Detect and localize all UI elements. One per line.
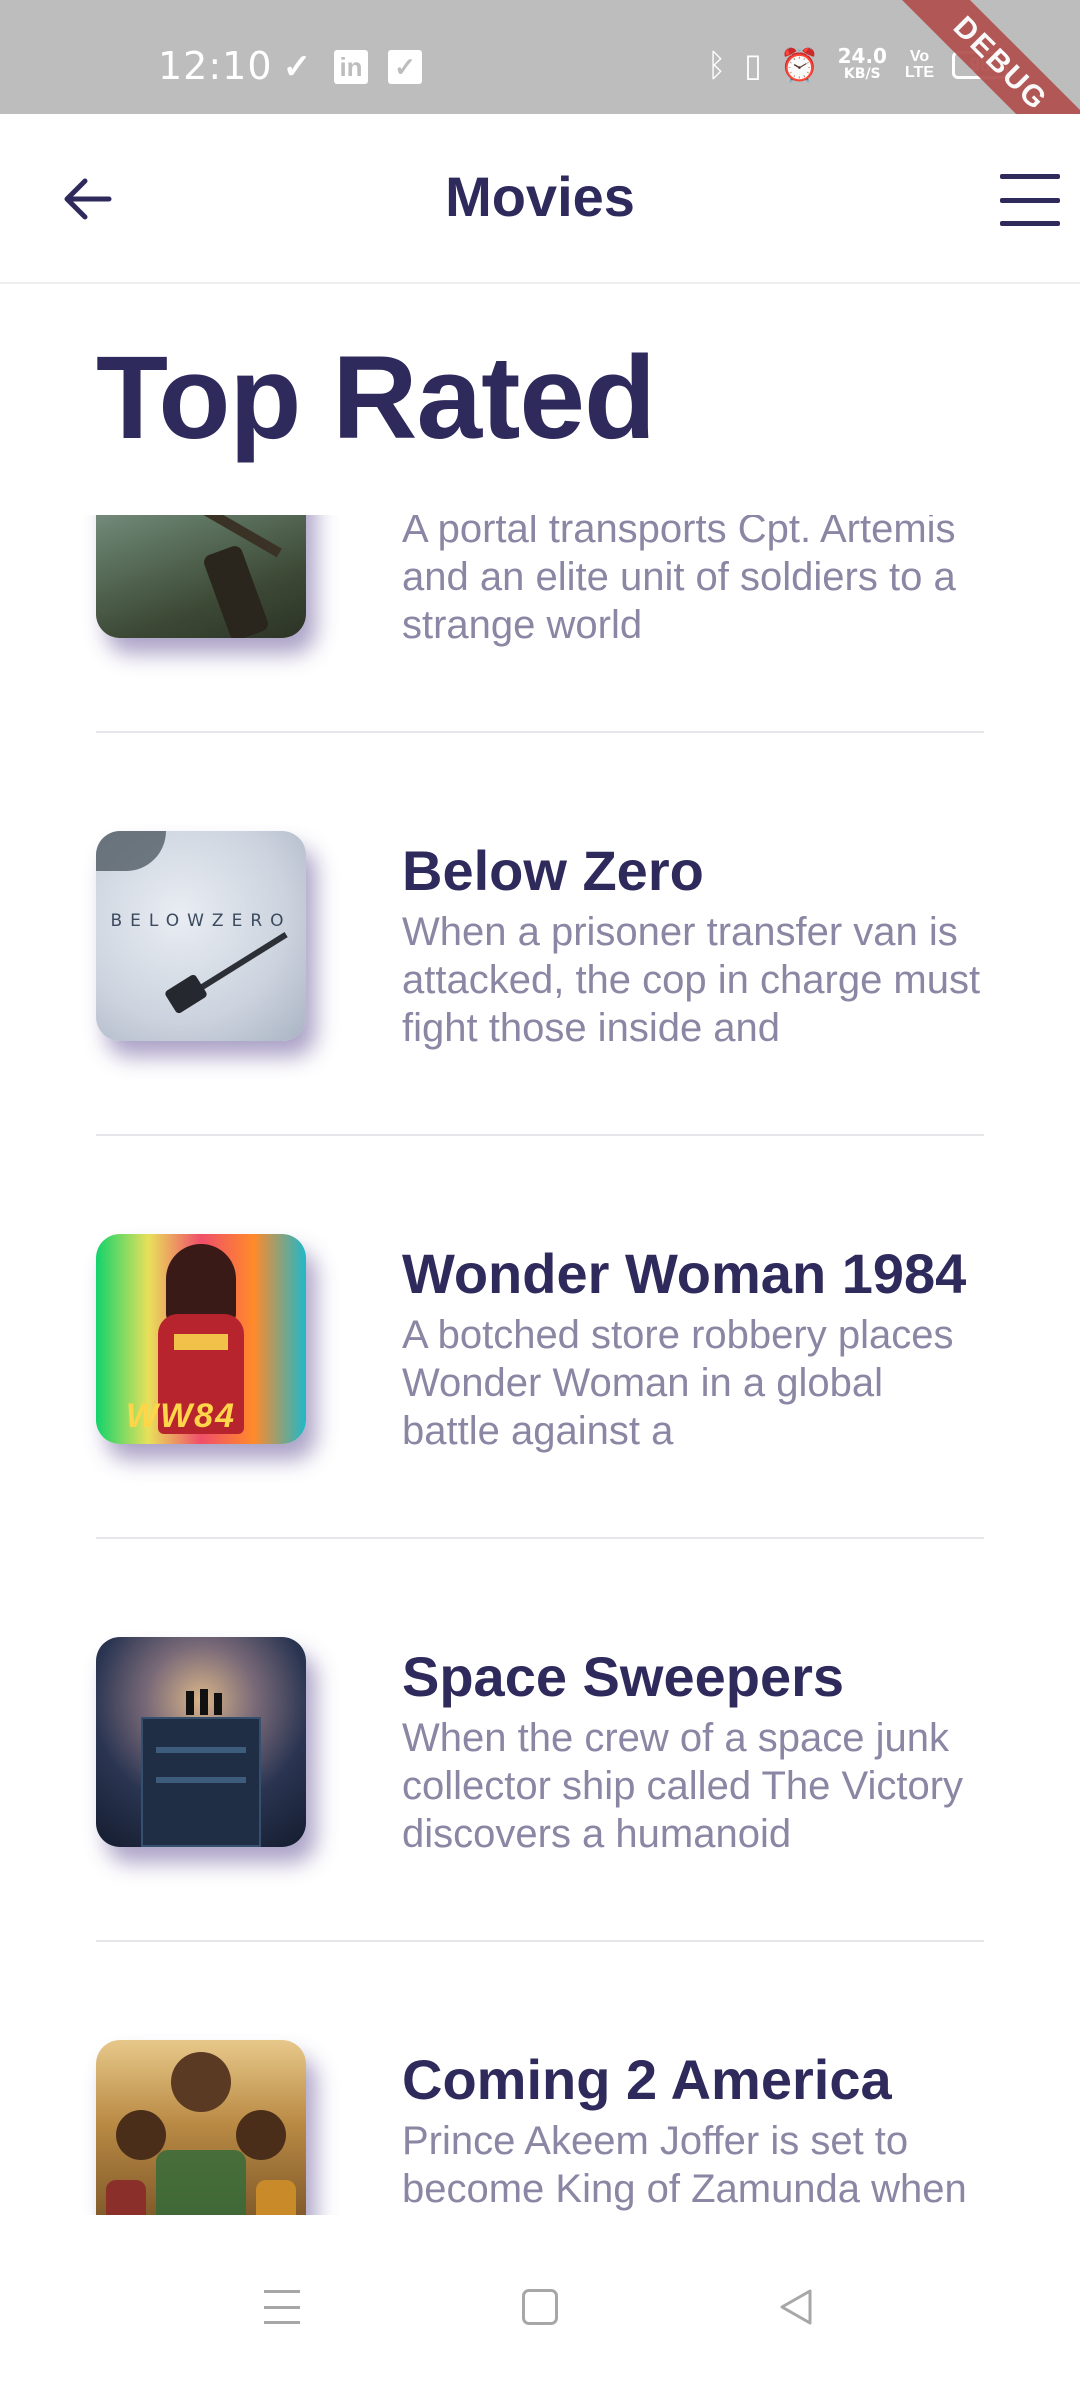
alarm-icon: ⏰ <box>779 46 820 84</box>
movie-item[interactable]: Coming 2 America Prince Akeem Joffer is … <box>96 1942 984 2215</box>
movie-description: Prince Akeem Joffer is set to become Kin… <box>402 2119 967 2211</box>
movie-list[interactable]: A portal transports Cpt. Artemis and an … <box>0 515 1080 2215</box>
hamburger-line <box>1000 197 1060 203</box>
app-bar: Movies <box>0 114 1080 284</box>
back-triangle-icon <box>780 2289 812 2325</box>
movie-title: Coming 2 America <box>402 2048 892 2111</box>
movie-item[interactable]: WW84 Wonder Woman 1984 A botched store r… <box>96 1136 984 1539</box>
task-check-icon: ✓ <box>388 50 422 84</box>
system-nav-bar <box>0 2215 1080 2400</box>
recent-apps-button[interactable] <box>252 2277 312 2337</box>
bluetooth-icon: ᛒ <box>706 46 727 84</box>
movie-description: A botched store robbery places Wonder Wo… <box>402 1313 954 1453</box>
movie-poster: WW84 <box>96 1234 306 1444</box>
hamburger-menu-icon <box>1000 174 1060 179</box>
volte-top-label: Vo <box>909 48 930 65</box>
network-speed-unit: KB/S <box>843 66 881 82</box>
home-icon <box>522 2289 558 2325</box>
movie-poster: BELOWZERO <box>96 831 306 1041</box>
recent-apps-line <box>264 2321 300 2325</box>
volte-bottom-label: LTE <box>904 64 934 81</box>
poster-title-text: BELOWZERO <box>110 911 292 931</box>
recent-apps-line <box>264 2305 300 2309</box>
movie-item[interactable]: A portal transports Cpt. Artemis and an … <box>96 515 984 733</box>
checkmark-notification-icon: ✓ <box>282 48 312 86</box>
status-time: 12:10 <box>158 44 273 88</box>
movie-title: Below Zero <box>402 839 704 902</box>
movie-item[interactable]: Space Sweepers When the crew of a space … <box>96 1539 984 1942</box>
app-title: Movies <box>445 165 635 228</box>
movie-title: Space Sweepers <box>402 1645 845 1708</box>
menu-button[interactable] <box>1000 174 1060 226</box>
vibrate-icon: ▯ <box>744 46 762 84</box>
movie-poster <box>96 2040 306 2215</box>
movie-description: When a prisoner transfer van is attacked… <box>402 910 981 1050</box>
movie-item[interactable]: BELOWZERO Below Zero When a prisoner tra… <box>96 733 984 1136</box>
notification-icons: ✓ in ✓ <box>280 48 422 86</box>
poster-title-text: WW84 <box>126 1397 236 1435</box>
movie-description: When the crew of a space junk collector … <box>402 1716 964 1856</box>
network-speed: 24.0 KB/S <box>838 46 887 83</box>
home-button[interactable] <box>510 2277 570 2337</box>
status-bar: 12:10 ✓ in ✓ ᛒ ▯ ⏰ 24.0 KB/S Vo LTE 98 D… <box>0 0 1080 114</box>
movie-title: Wonder Woman 1984 <box>402 1242 967 1305</box>
recent-apps-icon <box>264 2289 300 2293</box>
linkedin-icon: in <box>334 50 368 84</box>
movie-poster <box>96 1637 306 1847</box>
system-back-button[interactable] <box>766 2277 826 2337</box>
hamburger-line <box>1000 221 1060 226</box>
movie-poster <box>96 515 306 638</box>
section-title: Top Rated <box>96 332 656 464</box>
movie-description: A portal transports Cpt. Artemis and an … <box>402 515 956 647</box>
volte-indicator: Vo LTE <box>905 49 934 81</box>
